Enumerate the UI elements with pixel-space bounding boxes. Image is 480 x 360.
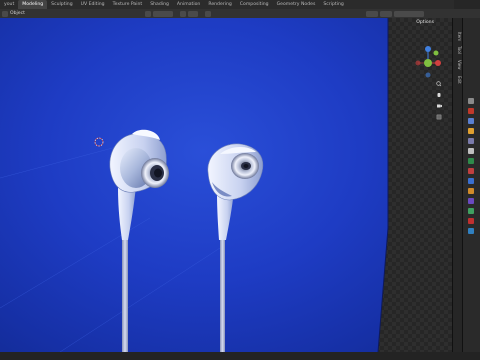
- grid-lines: [0, 145, 221, 352]
- proportional-edit-icon[interactable]: [204, 10, 211, 17]
- scene-selector[interactable]: Sc: [454, 0, 480, 9]
- workspace-tab[interactable]: Sculpting: [47, 0, 76, 9]
- shading-modes-group[interactable]: [393, 10, 424, 17]
- options-button[interactable]: Options: [416, 20, 434, 25]
- status-bar: [0, 352, 480, 360]
- viewport-header: Object Global: [0, 9, 480, 28]
- editor-type-button[interactable]: [2, 10, 8, 17]
- workspace-tab[interactable]: Animation: [173, 0, 204, 9]
- workspace-tab[interactable]: Texture Paint: [109, 0, 147, 9]
- properties-tab-icon[interactable]: [468, 168, 474, 174]
- properties-tab-icon[interactable]: [468, 218, 474, 224]
- properties-tab-icon[interactable]: [468, 148, 474, 154]
- view-object-types-button[interactable]: [365, 10, 378, 17]
- camera-icon[interactable]: [434, 101, 444, 111]
- properties-tab-icon[interactable]: [468, 198, 474, 204]
- transform-orientation-select[interactable]: Global: [152, 10, 173, 28]
- workspace-tab[interactable]: Modeling: [18, 0, 48, 9]
- workspace-tab-bar: yout Modeling Sculpting UV Editing Texture P…: [0, 0, 480, 9]
- sidebar-tab-strip: Item Tool View Edit: [452, 18, 462, 352]
- zoom-icon[interactable]: [434, 79, 444, 89]
- backdrop-plane: [378, 18, 452, 352]
- properties-tab-icon[interactable]: [468, 188, 474, 194]
- overlays-button[interactable]: [379, 10, 392, 17]
- properties-tab-icon[interactable]: [468, 98, 474, 104]
- properties-tab-icon[interactable]: [468, 108, 474, 114]
- earbud-right[interactable]: [207, 143, 264, 352]
- properties-editor: [462, 18, 480, 352]
- workspace-tab[interactable]: Scripting: [319, 0, 347, 9]
- properties-tab-icon[interactable]: [468, 158, 474, 164]
- workspace-tab[interactable]: Shading: [146, 0, 173, 9]
- transform-pivot-button[interactable]: [144, 10, 151, 17]
- properties-tab-icon[interactable]: [468, 208, 474, 214]
- sidebar-tab-edit[interactable]: Edit: [454, 76, 462, 84]
- 3d-viewport[interactable]: Options: [0, 18, 452, 352]
- workspace-tab[interactable]: UV Editing: [77, 0, 109, 9]
- properties-tab-icon[interactable]: [468, 118, 474, 124]
- snap-icon[interactable]: [179, 10, 186, 17]
- workspace-tab[interactable]: Geometry Nodes: [273, 0, 320, 9]
- properties-tab-icon[interactable]: [468, 138, 474, 144]
- sidebar-tab-view[interactable]: View: [454, 60, 462, 70]
- properties-tab-icon[interactable]: [468, 228, 474, 234]
- workspace-tab[interactable]: Compositing: [236, 0, 273, 9]
- earbud-left[interactable]: [109, 129, 169, 352]
- sidebar-tab-item[interactable]: Item: [454, 32, 462, 41]
- grid-icon[interactable]: [434, 112, 444, 122]
- hand-pan-icon[interactable]: [434, 90, 444, 100]
- properties-tab-icon[interactable]: [468, 128, 474, 134]
- sidebar-tab-tool[interactable]: Tool: [454, 46, 462, 54]
- workspace-tab[interactable]: yout: [0, 0, 18, 9]
- workspace-tab[interactable]: Rendering: [204, 0, 235, 9]
- 3d-cursor-icon[interactable]: [94, 137, 104, 147]
- viewport-canvas: [0, 18, 452, 352]
- snap-settings-button[interactable]: [187, 10, 198, 17]
- mode-selector[interactable]: Object: [10, 11, 25, 16]
- properties-tab-icon[interactable]: [468, 178, 474, 184]
